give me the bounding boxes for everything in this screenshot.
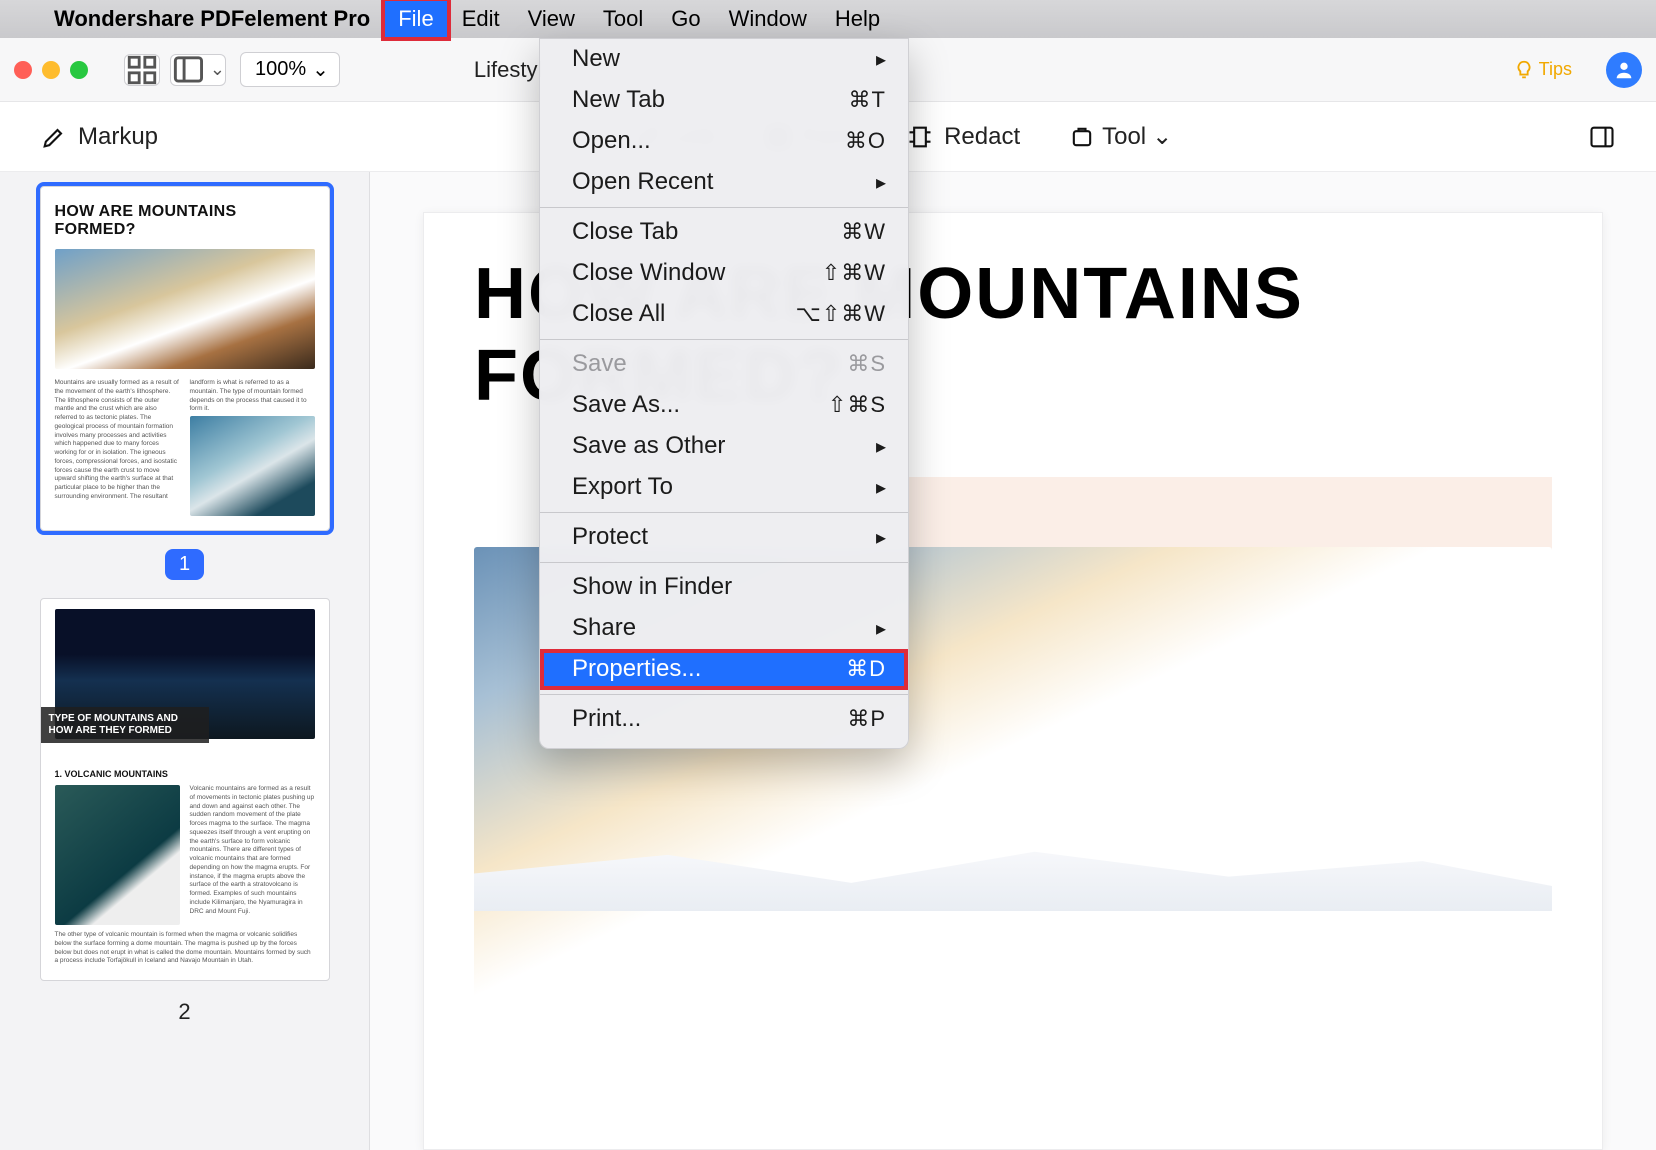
menu-item-new[interactable]: New [540, 39, 908, 80]
menu-item-save-as-other[interactable]: Save as Other [540, 426, 908, 467]
thumbnail-page-2[interactable]: TYPE OF MOUNTAINS AND HOW ARE THEY FORME… [40, 598, 330, 981]
sidebar-toggle-icon[interactable]: ⌄ [170, 54, 226, 86]
menu-item-new-tab[interactable]: New Tab⌘T [540, 80, 908, 121]
thumb2-text: Volcanic mountains are formed as a resul… [190, 785, 315, 925]
menu-item-properties[interactable]: Properties...⌘D [540, 649, 908, 690]
redact-label: Redact [944, 123, 1020, 151]
markup-label: Markup [78, 123, 158, 151]
zoom-value: 100% [255, 58, 306, 81]
thumb2-footer-text: The other type of volcanic mountain is f… [55, 931, 315, 966]
menu-item-open-recent[interactable]: Open Recent [540, 162, 908, 203]
redact-button[interactable]: Redact [906, 123, 1020, 151]
app-name: Wondershare PDFelement Pro [40, 6, 384, 32]
thumb1-image-1 [55, 249, 315, 369]
menubar-item-tool[interactable]: Tool [589, 0, 657, 38]
menu-item-close-tab[interactable]: Close Tab⌘W [540, 212, 908, 253]
thumb1-text: Mountains are usually formed as a result… [55, 379, 180, 516]
document-tab[interactable]: Lifestyl [474, 57, 542, 83]
menu-item-show-in-finder[interactable]: Show in Finder [540, 567, 908, 608]
thumb1-title: HOW ARE MOUNTAINS FORMED? [55, 203, 315, 239]
thumb1-text2: landform is what is referred to as a mou… [190, 379, 315, 414]
minimize-window-button[interactable] [42, 61, 60, 79]
thumb2-overlay-title: TYPE OF MOUNTAINS AND HOW ARE THEY FORME… [41, 707, 209, 743]
menu-item-print[interactable]: Print...⌘P [540, 699, 908, 740]
menubar-item-view[interactable]: View [514, 0, 589, 38]
thumb2-heading: 1. VOLCANIC MOUNTAINS [55, 769, 315, 779]
page-badge-1: 1 [165, 549, 204, 580]
menu-item-close-all[interactable]: Close All⌥⇧⌘W [540, 294, 908, 335]
mac-menubar: Wondershare PDFelement Pro File Edit Vie… [0, 0, 1656, 38]
thumbnail-sidebar[interactable]: HOW ARE MOUNTAINS FORMED? Mountains are … [0, 172, 370, 1150]
view-mode-buttons: ⌄ [124, 54, 226, 86]
menu-item-open[interactable]: Open...⌘O [540, 121, 908, 162]
menubar-item-file[interactable]: File [384, 0, 447, 38]
menu-item-share[interactable]: Share [540, 608, 908, 649]
page-number-2: 2 [178, 999, 190, 1025]
menu-item-close-window[interactable]: Close Window⇧⌘W [540, 253, 908, 294]
thumb2-image-2 [55, 785, 180, 925]
thumbnail-grid-icon[interactable] [124, 54, 160, 86]
menubar-item-help[interactable]: Help [821, 0, 894, 38]
tool-label: Tool [1102, 123, 1146, 151]
markup-button[interactable]: Markup [40, 123, 158, 151]
zoom-dropdown[interactable]: 100% ⌄ [240, 52, 340, 87]
traffic-lights [14, 61, 88, 79]
right-panel-toggle-icon[interactable] [1588, 123, 1616, 151]
menubar-item-go[interactable]: Go [657, 0, 714, 38]
menu-item-save-as[interactable]: Save As...⇧⌘S [540, 385, 908, 426]
menubar-item-edit[interactable]: Edit [448, 0, 514, 38]
menu-item-export-to[interactable]: Export To [540, 467, 908, 508]
tips-button[interactable]: Tips [1513, 59, 1572, 81]
chevron-down-icon: ⌄ [1152, 122, 1172, 151]
thumbnail-page-1[interactable]: HOW ARE MOUNTAINS FORMED? Mountains are … [40, 186, 330, 531]
menubar-item-window[interactable]: Window [715, 0, 821, 38]
user-avatar[interactable] [1606, 52, 1642, 88]
menu-item-save: Save⌘S [540, 344, 908, 385]
tool-dropdown[interactable]: Tool ⌄ [1068, 122, 1172, 151]
close-window-button[interactable] [14, 61, 32, 79]
fullscreen-window-button[interactable] [70, 61, 88, 79]
tips-label: Tips [1539, 59, 1572, 80]
menu-item-protect[interactable]: Protect [540, 517, 908, 558]
chevron-down-icon: ⌄ [312, 57, 329, 82]
file-menu: New New Tab⌘T Open...⌘O Open Recent Clos… [539, 38, 909, 749]
thumb1-image-2 [190, 416, 315, 516]
